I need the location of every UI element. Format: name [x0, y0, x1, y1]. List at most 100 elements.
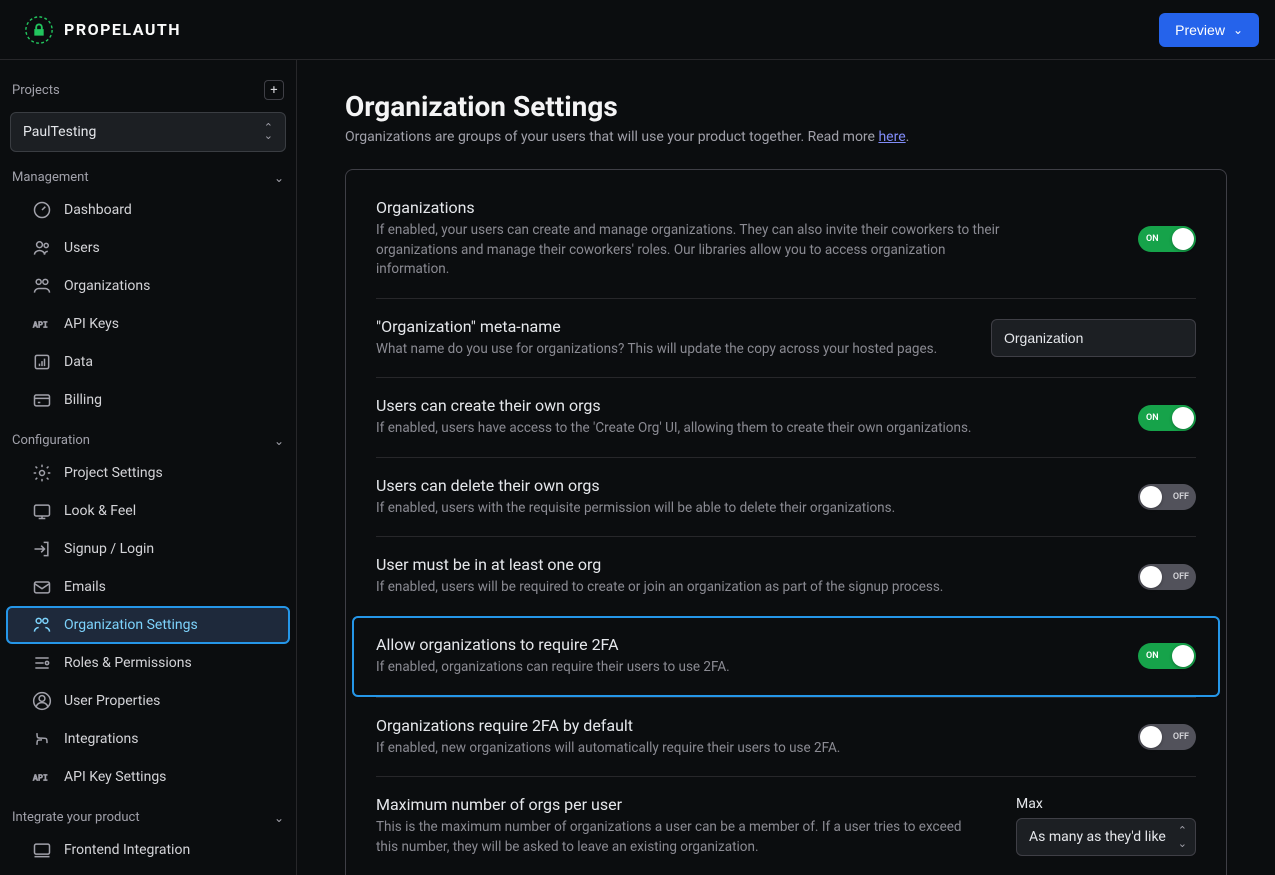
toggle-label: OFF — [1173, 492, 1189, 502]
billing-icon — [32, 390, 52, 410]
sidebar-item-signup-login[interactable]: Signup / Login — [6, 530, 290, 568]
toggle-users-can-delete-their-own-orgs[interactable]: OFF — [1138, 484, 1196, 510]
brand-name: PROPELAUTH — [64, 20, 181, 39]
data-icon — [32, 352, 52, 372]
setting-text: User must be in at least one orgIf enabl… — [376, 555, 1016, 598]
sidebar-item-api-keys[interactable]: APIAPI Keys — [6, 305, 290, 343]
toggle-allow-organizations-to-require-2fa[interactable]: ON — [1138, 643, 1196, 669]
toggle-user-must-be-in-at-least-one-org[interactable]: OFF — [1138, 564, 1196, 590]
read-more-link[interactable]: here — [878, 129, 905, 145]
sidebar-item-api-key-settings[interactable]: APIAPI Key Settings — [6, 758, 290, 796]
sidebar-item-frontend-integration[interactable]: Frontend Integration — [6, 831, 290, 869]
setting-title: Users can delete their own orgs — [376, 476, 1016, 495]
sidebar-item-billing[interactable]: Billing — [6, 381, 290, 419]
sidebar-item-data[interactable]: Data — [6, 343, 290, 381]
dashboard-icon — [32, 200, 52, 220]
setting-title: "Organization" meta-name — [376, 317, 961, 336]
toggle-label: ON — [1146, 651, 1159, 661]
section-integrate-header[interactable]: Integrate your product ⌄ — [0, 796, 296, 831]
subtitle-post: . — [906, 129, 910, 145]
chevron-down-icon: ⌄ — [274, 811, 284, 825]
svg-text:API: API — [33, 319, 48, 329]
sidebar-item-label: Data — [64, 354, 93, 370]
sidebar-item-label: Integrations — [64, 731, 138, 747]
add-project-button[interactable]: + — [264, 80, 284, 100]
toggle-organizations[interactable]: ON — [1138, 226, 1196, 252]
setting-desc: If enabled, users will be required to cr… — [376, 578, 1016, 598]
setting-text: Users can create their own orgs If enable… — [376, 396, 1016, 439]
sidebar-item-label: Signup / Login — [64, 541, 154, 557]
toggle-label: OFF — [1173, 572, 1189, 582]
setting-text: OrganizationsIf enabled, your users can … — [376, 198, 1016, 280]
sidebar-item-emails[interactable]: Emails — [6, 568, 290, 606]
sidebar-item-roles-permissions[interactable]: Roles & Permissions — [6, 644, 290, 682]
setting-row-maximum-number-of-orgs-per-user: Maximum number of orgs per userThis is t… — [376, 776, 1196, 875]
sidebar-item-label: Organizations — [64, 278, 150, 294]
toggle-knob — [1172, 645, 1194, 667]
setting-row-users-can-delete-their-own-orgs: Users can delete their own orgsIf enable… — [376, 457, 1196, 537]
toggle-organizations-require-2fa-by-default[interactable]: OFF — [1138, 724, 1196, 750]
chevron-down-icon: ⌄ — [1233, 23, 1243, 37]
sidebar-item-backend-integration[interactable]: Backend Integration — [6, 869, 290, 875]
setting-desc: If enabled, organizations can require th… — [376, 658, 1016, 678]
toggle-users-can-create-their-own-orgs[interactable]: ON — [1138, 405, 1196, 431]
toggle-label: OFF — [1173, 732, 1189, 742]
sidebar-item-dashboard[interactable]: Dashboard — [6, 191, 290, 229]
toggle-knob — [1172, 407, 1194, 429]
toggle-knob — [1140, 726, 1162, 748]
integrations-icon — [32, 729, 52, 749]
toggle-label: ON — [1146, 234, 1159, 244]
section-configuration-header[interactable]: Configuration ⌄ — [0, 419, 296, 454]
propelauth-logo-icon — [24, 15, 54, 45]
setting-title: Users can create their own orgs — [376, 396, 1016, 415]
sidebar-item-label: Roles & Permissions — [64, 655, 192, 671]
setting-text: "Organization" meta-nameWhat name do you… — [376, 317, 961, 360]
section-integrate-label: Integrate your product — [12, 810, 140, 825]
toggle-knob — [1140, 486, 1162, 508]
sidebar-item-organization-settings[interactable]: Organization Settings — [6, 606, 290, 644]
sidebar-item-label: Project Settings — [64, 465, 163, 481]
main-content: Organization Settings Organizations are … — [297, 60, 1275, 875]
preview-label: Preview — [1175, 22, 1225, 38]
subtitle-pre: Organizations are groups of your users t… — [345, 129, 878, 145]
toggle-label: ON — [1146, 413, 1159, 423]
sidebar-item-label: Frontend Integration — [64, 842, 190, 858]
organization-settings-icon — [32, 615, 52, 635]
users-icon — [32, 238, 52, 258]
max-orgs-select[interactable]: As many as they'd like⌃⌄ — [1016, 818, 1196, 856]
meta-name-input-wrap — [991, 319, 1196, 357]
sidebar-item-label: Emails — [64, 579, 106, 595]
chevron-down-icon: ⌄ — [274, 171, 284, 185]
sidebar-item-project-settings[interactable]: Project Settings — [6, 454, 290, 492]
setting-text: Allow organizations to require 2FA If ena… — [376, 635, 1016, 678]
max-orgs-label: Max — [1016, 796, 1196, 812]
api-key-settings-icon: API — [32, 767, 52, 787]
section-management-header[interactable]: Management ⌄ — [0, 156, 296, 191]
setting-text: Users can delete their own orgsIf enable… — [376, 476, 1016, 519]
setting-title: Allow organizations to require 2FA — [376, 635, 1016, 654]
sidebar-item-label: Dashboard — [64, 202, 132, 218]
emails-icon — [32, 577, 52, 597]
preview-button[interactable]: Preview ⌄ — [1159, 13, 1259, 47]
roles-permissions-icon — [32, 653, 52, 673]
chevron-down-icon: ⌄ — [274, 434, 284, 448]
user-properties-icon — [32, 691, 52, 711]
max-orgs-wrap: Max As many as they'd like⌃⌄ — [1016, 796, 1196, 856]
sidebar-item-integrations[interactable]: Integrations — [6, 720, 290, 758]
toggle-knob — [1172, 228, 1194, 250]
sidebar-item-label: Billing — [64, 392, 102, 408]
meta-name-input[interactable] — [991, 319, 1196, 357]
sidebar-item-user-properties[interactable]: User Properties — [6, 682, 290, 720]
setting-row-allow-organizations-to-require-2fa: Allow organizations to require 2FA If ena… — [352, 616, 1220, 697]
setting-desc: If enabled, users have access to the 'Cr… — [376, 419, 1016, 439]
sidebar-item-organizations[interactable]: Organizations — [6, 267, 290, 305]
setting-title: Maximum number of orgs per user — [376, 795, 986, 814]
frontend-integration-icon — [32, 840, 52, 860]
sidebar: Projects + PaulTesting ⌃⌄ Management ⌄ D… — [0, 60, 297, 875]
sidebar-item-look-feel[interactable]: Look & Feel — [6, 492, 290, 530]
project-selector[interactable]: PaulTesting ⌃⌄ — [10, 112, 286, 152]
section-configuration-label: Configuration — [12, 433, 90, 448]
section-management-label: Management — [12, 170, 89, 185]
projects-section-header: Projects + — [0, 70, 296, 106]
sidebar-item-users[interactable]: Users — [6, 229, 290, 267]
